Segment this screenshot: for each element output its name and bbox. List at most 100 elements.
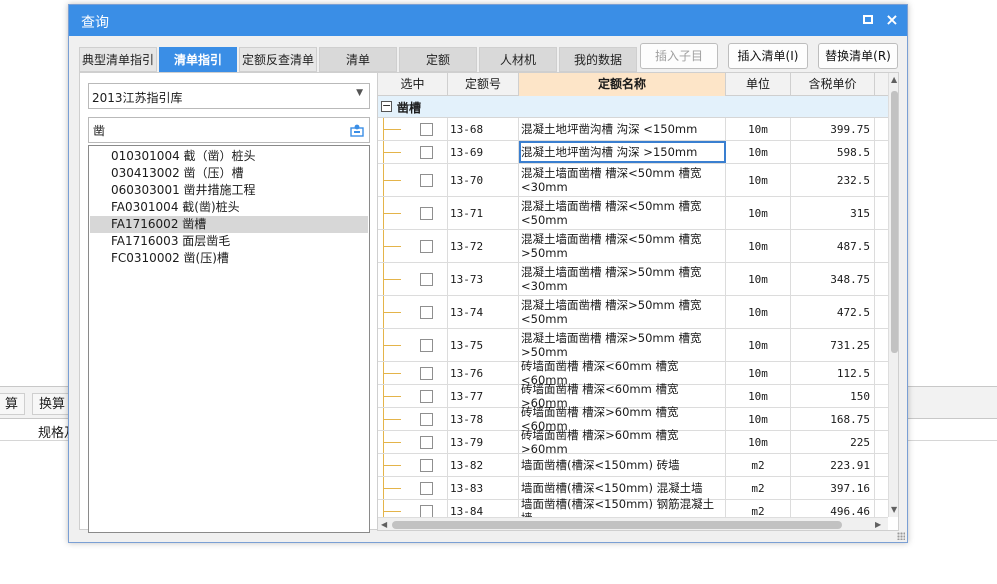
row-checkbox[interactable] — [420, 174, 433, 187]
select-cell — [378, 118, 448, 140]
maximize-button[interactable] — [859, 11, 877, 29]
quota-code: 13-72 — [448, 230, 519, 262]
replace-list-button[interactable]: 替换清单(R) — [818, 43, 898, 69]
header-select[interactable]: 选中 — [378, 73, 448, 96]
row-checkbox[interactable] — [420, 123, 433, 136]
quota-code: 13-70 — [448, 164, 519, 196]
quota-price: 168.75 — [791, 408, 875, 430]
tree-item[interactable]: 030413002 凿（压）槽 — [107, 165, 248, 182]
quota-code: 13-76 — [448, 362, 519, 384]
row-checkbox[interactable] — [420, 482, 433, 495]
select-cell — [378, 141, 448, 163]
guide-tree: 010301004 截（凿）桩头 030413002 凿（压）槽 060303001… — [88, 145, 370, 533]
bg-tab-calc[interactable]: 算 — [0, 393, 26, 415]
quota-unit: m2 — [726, 454, 791, 476]
quota-name: 混凝土墙面凿槽 槽深<50mm 槽宽>50mm — [519, 230, 726, 262]
insert-list-button[interactable]: 插入清单(I) — [728, 43, 808, 69]
tab-quota[interactable]: 定额 — [399, 47, 477, 72]
table-row[interactable]: 13-70 混凝土墙面凿槽 槽深<50mm 槽宽<30mm 10m 232.5 — [378, 164, 888, 197]
table-row[interactable]: 13-74 混凝土墙面凿槽 槽深>50mm 槽宽<50mm 10m 472.5 — [378, 296, 888, 329]
horizontal-scrollbar[interactable]: ◀ ▶ — [378, 517, 888, 530]
quota-unit: m2 — [726, 477, 791, 499]
tree-branch — [383, 213, 401, 214]
table-row[interactable]: 13-69 混凝土地坪凿沟槽 沟深 >150mm 10m 598.5 — [378, 141, 888, 164]
tree-branch — [383, 312, 401, 313]
scroll-down-icon[interactable]: ▼ — [891, 505, 897, 514]
row-checkbox[interactable] — [420, 459, 433, 472]
search-input[interactable] — [91, 120, 341, 140]
quota-name: 墙面凿槽(槽深<150mm) 砖墙 — [519, 454, 726, 476]
tab-list[interactable]: 清单 — [319, 47, 397, 72]
scroll-right-icon[interactable]: ▶ — [875, 520, 881, 529]
maximize-icon — [863, 15, 873, 24]
guide-library-panel: 2013江苏指引库 ▼ 010301004 截（凿）桩头030413002 凿（… — [79, 72, 379, 533]
tree-item[interactable]: 060303001 凿井措施工程 — [107, 182, 260, 199]
quota-code: 13-82 — [448, 454, 519, 476]
row-checkbox[interactable] — [420, 240, 433, 253]
quota-name: 混凝土墙面凿槽 槽深>50mm 槽宽<50mm — [519, 296, 726, 328]
row-checkbox[interactable] — [420, 273, 433, 286]
row-checkbox[interactable] — [420, 367, 433, 380]
search-icon[interactable] — [350, 123, 364, 137]
tab-my-data[interactable]: 我的数据 — [559, 47, 637, 72]
tab-list-guide[interactable]: 清单指引 — [159, 47, 237, 72]
select-cell — [378, 408, 448, 430]
vertical-scrollbar[interactable]: ▲ ▼ — [888, 73, 898, 517]
tree-item[interactable]: FA1716002 凿槽 — [90, 216, 368, 233]
tree-item[interactable]: FA0301004 截(凿)桩头 — [107, 199, 244, 216]
tab-typical-list-guide[interactable]: 典型清单指引 — [79, 47, 157, 72]
group-row[interactable]: − 凿槽 — [378, 96, 888, 118]
bg-tab-convert[interactable]: 换算 — [32, 393, 73, 415]
row-checkbox[interactable] — [420, 146, 433, 159]
tree-item[interactable]: 010301004 截（凿）桩头 — [107, 148, 260, 165]
row-checkbox[interactable] — [420, 436, 433, 449]
scroll-up-icon[interactable]: ▲ — [891, 75, 897, 84]
quota-unit: 10m — [726, 408, 791, 430]
library-select[interactable]: 2013江苏指引库 ▼ — [88, 83, 370, 109]
close-button[interactable]: × — [883, 11, 901, 29]
row-checkbox[interactable] — [420, 207, 433, 220]
header-name[interactable]: 定额名称 — [519, 73, 726, 96]
table-row[interactable]: 13-68 混凝土地坪凿沟槽 沟深 <150mm 10m 399.75 — [378, 118, 888, 141]
collapse-icon[interactable]: − — [381, 100, 392, 112]
quota-code: 13-75 — [448, 329, 519, 361]
table-row[interactable]: 13-72 混凝土墙面凿槽 槽深<50mm 槽宽>50mm 10m 487.5 — [378, 230, 888, 263]
table-row[interactable]: 13-71 混凝土墙面凿槽 槽深<50mm 槽宽<50mm 10m 315 — [378, 197, 888, 230]
tab-labor-material-machine[interactable]: 人材机 — [479, 47, 557, 72]
select-cell — [378, 296, 448, 328]
resize-grip-icon[interactable] — [897, 532, 905, 540]
header-code[interactable]: 定额号 — [448, 73, 519, 96]
table-row[interactable]: 13-82 墙面凿槽(槽深<150mm) 砖墙 m2 223.91 — [378, 454, 888, 477]
row-checkbox[interactable] — [420, 339, 433, 352]
quota-name: 混凝土地坪凿沟槽 沟深 <150mm — [519, 118, 726, 140]
tree-branch — [383, 373, 401, 374]
vertical-scroll-thumb[interactable] — [891, 91, 898, 353]
horizontal-scroll-thumb[interactable] — [392, 521, 842, 529]
row-checkbox[interactable] — [420, 306, 433, 319]
table-row[interactable]: 13-75 混凝土墙面凿槽 槽深>50mm 槽宽>50mm 10m 731.25 — [378, 329, 888, 362]
quota-name: 砖墙面凿槽 槽深>60mm 槽宽 >60mm — [519, 428, 726, 456]
header-unit[interactable]: 单位 — [726, 73, 791, 96]
search-box — [88, 117, 370, 143]
scroll-left-icon[interactable]: ◀ — [381, 520, 387, 529]
quota-price: 112.5 — [791, 362, 875, 384]
header-price[interactable]: 含税单价 — [791, 73, 875, 96]
tree-branch — [383, 488, 401, 489]
quota-name: 混凝土墙面凿槽 槽深<50mm 槽宽<30mm — [519, 164, 726, 196]
tab-quota-reverse-lookup[interactable]: 定额反查清单 — [239, 47, 317, 72]
table-row[interactable]: 13-79 砖墙面凿槽 槽深>60mm 槽宽 >60mm 10m 225 — [378, 428, 888, 456]
dialog-titlebar[interactable]: 查询 × — [69, 5, 907, 36]
tree-item[interactable]: FA1716003 面层凿毛 — [107, 233, 234, 250]
quota-name: 混凝土墙面凿槽 槽深>50mm 槽宽<30mm — [519, 263, 726, 295]
row-checkbox[interactable] — [420, 390, 433, 403]
quota-name: 砖墙面凿槽 槽深<60mm 槽宽 >60mm — [519, 382, 726, 410]
quota-unit: 10m — [726, 263, 791, 295]
tree-item[interactable]: FC0310002 凿(压)槽 — [107, 250, 233, 267]
table-row[interactable]: 13-73 混凝土墙面凿槽 槽深>50mm 槽宽<30mm 10m 348.75 — [378, 263, 888, 296]
select-cell — [378, 454, 448, 476]
quota-price: 399.75 — [791, 118, 875, 140]
insert-child-button[interactable]: 插入子目 — [640, 43, 718, 69]
quota-name: 混凝土墙面凿槽 槽深<50mm 槽宽<50mm — [519, 197, 726, 229]
grid-header: 选中 定额号 定额名称 单位 含税单价 — [378, 73, 888, 96]
row-checkbox[interactable] — [420, 413, 433, 426]
